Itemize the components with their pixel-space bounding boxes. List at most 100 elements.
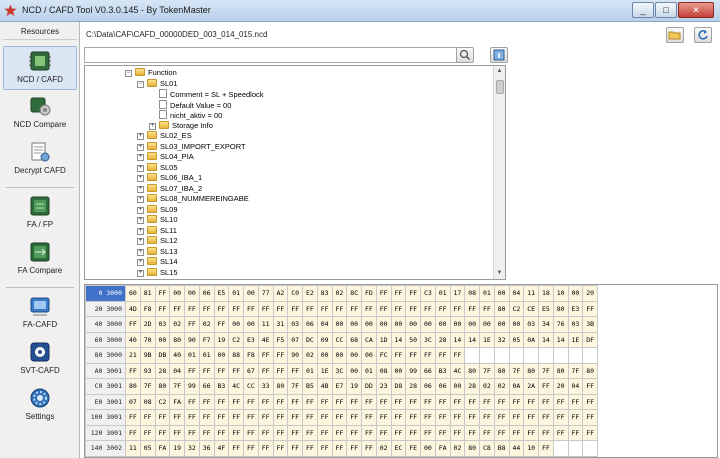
hex-byte[interactable]: FF [405, 300, 421, 317]
scroll-down-icon[interactable]: ▼ [494, 268, 505, 279]
hex-byte[interactable]: 4B [316, 378, 333, 395]
hex-byte[interactable]: 02 [493, 378, 510, 395]
hex-byte[interactable]: 19 [169, 440, 185, 457]
hex-byte[interactable]: 7F [538, 362, 554, 379]
hex-byte[interactable]: 00 [243, 285, 259, 302]
hex-byte[interactable]: 00 [567, 285, 584, 302]
hex-byte[interactable]: 18 [538, 285, 554, 302]
hex-byte[interactable]: 07 [125, 393, 141, 410]
hex-byte[interactable]: 04 [567, 378, 584, 395]
hex-byte[interactable]: FD [361, 285, 377, 302]
hex-byte[interactable]: FF [479, 424, 495, 441]
hex-byte[interactable]: 80 [169, 331, 185, 348]
hex-byte[interactable]: FF [213, 424, 230, 441]
search-button[interactable] [456, 47, 474, 63]
hex-byte[interactable]: E3 [243, 331, 259, 348]
hex-byte[interactable]: 14 [449, 331, 466, 348]
collapse-icon[interactable]: − [137, 80, 144, 88]
hex-byte[interactable]: 80 [552, 362, 569, 379]
hex-byte[interactable]: 80 [154, 378, 171, 395]
hex-byte[interactable] [567, 440, 584, 457]
hex-byte[interactable]: FF [316, 300, 333, 317]
hex-byte[interactable]: 3B [582, 316, 598, 333]
hex-byte[interactable]: FF [243, 440, 259, 457]
hex-byte[interactable]: FF [125, 424, 141, 441]
hex-byte[interactable]: FF [375, 393, 392, 410]
expand-icon[interactable]: + [137, 217, 144, 224]
expand-icon[interactable]: + [137, 164, 144, 172]
hex-byte[interactable]: FF [508, 424, 525, 441]
hex-byte[interactable]: FF [390, 409, 407, 426]
hex-byte[interactable]: B3 [213, 378, 230, 395]
hex-byte[interactable]: FF [287, 409, 303, 426]
hex-byte[interactable]: 00 [420, 440, 436, 457]
hex-byte[interactable]: FF [361, 440, 377, 457]
hex-byte[interactable]: 3C [331, 362, 348, 379]
collapse-icon[interactable]: − [125, 70, 132, 77]
hex-byte[interactable]: FF [449, 300, 466, 317]
hex-byte[interactable]: B5 [302, 378, 318, 395]
hex-byte[interactable]: DD [361, 378, 377, 395]
hex-byte[interactable]: DC [302, 331, 318, 348]
hex-byte[interactable] [582, 347, 598, 364]
hex-byte[interactable]: 68 [346, 331, 362, 348]
hex-byte[interactable]: FF [287, 440, 303, 457]
tree-node[interactable]: + Storage Info [149, 120, 213, 132]
hex-byte[interactable]: B3 [434, 362, 451, 379]
hex-byte[interactable]: 00 [361, 347, 377, 364]
hex-address[interactable]: 60 3000 [85, 331, 126, 348]
hex-byte[interactable]: FF [154, 409, 171, 426]
hex-byte[interactable]: CA [361, 331, 377, 348]
hex-byte[interactable]: FF [272, 347, 289, 364]
hex-byte[interactable]: FF [375, 300, 392, 317]
hex-byte[interactable]: FF [184, 393, 200, 410]
hex-byte[interactable]: FF [331, 440, 348, 457]
hex-byte[interactable]: FF [464, 409, 480, 426]
hex-byte[interactable]: CC [243, 378, 259, 395]
hex-byte[interactable]: 02 [302, 347, 318, 364]
hex-byte[interactable]: 36 [198, 440, 215, 457]
hex-byte[interactable]: F8 [139, 300, 156, 317]
tree-node[interactable]: + SL02_ES [137, 131, 192, 142]
hex-byte[interactable]: FF [375, 285, 392, 302]
hex-byte[interactable]: 00 [493, 285, 510, 302]
hex-byte[interactable]: 06 [434, 378, 451, 395]
hex-byte[interactable]: 80 [125, 378, 141, 395]
hex-byte[interactable]: 00 [479, 316, 495, 333]
tree-node[interactable]: + SL10 [137, 215, 178, 226]
hex-byte[interactable]: 2D [139, 316, 156, 333]
hex-byte[interactable]: FF [346, 440, 362, 457]
tree-node[interactable]: + SL15 [137, 267, 178, 279]
hex-byte[interactable]: FF [331, 424, 348, 441]
hex-byte[interactable]: FA [154, 440, 171, 457]
hex-byte[interactable]: 31 [272, 316, 289, 333]
hex-byte[interactable]: FF [523, 409, 539, 426]
hex-address[interactable]: 40 3000 [85, 316, 126, 333]
hex-byte[interactable]: FF [434, 409, 451, 426]
hex-byte[interactable]: FF [346, 300, 362, 317]
hex-byte[interactable]: FF [582, 424, 598, 441]
hex-byte[interactable]: FF [198, 409, 215, 426]
close-button[interactable]: ✕ [678, 2, 714, 18]
scroll-up-icon[interactable]: ▲ [494, 66, 505, 77]
hex-byte[interactable]: FF [449, 409, 466, 426]
hex-byte[interactable]: 03 [154, 316, 171, 333]
hex-byte[interactable]: FF [125, 409, 141, 426]
hex-byte[interactable]: 01 [302, 362, 318, 379]
hex-byte[interactable]: FF [538, 409, 554, 426]
hex-byte[interactable]: 28 [434, 331, 451, 348]
hex-byte[interactable]: FF [567, 393, 584, 410]
hex-byte[interactable]: 08 [464, 285, 480, 302]
hex-byte[interactable]: DF [582, 331, 598, 348]
expand-icon[interactable]: + [137, 259, 144, 266]
hex-byte[interactable]: 05 [508, 331, 525, 348]
hex-byte[interactable]: F5 [272, 331, 289, 348]
hex-byte[interactable]: 88 [228, 347, 244, 364]
tree-node[interactable]: + SL14 [137, 257, 178, 268]
hex-byte[interactable]: FF [420, 393, 436, 410]
hex-byte[interactable]: 0A [523, 331, 539, 348]
expand-icon[interactable]: + [137, 248, 144, 256]
hex-byte[interactable]: FF [390, 285, 407, 302]
hex-byte[interactable]: FF [464, 300, 480, 317]
hex-byte[interactable]: FF [243, 393, 259, 410]
